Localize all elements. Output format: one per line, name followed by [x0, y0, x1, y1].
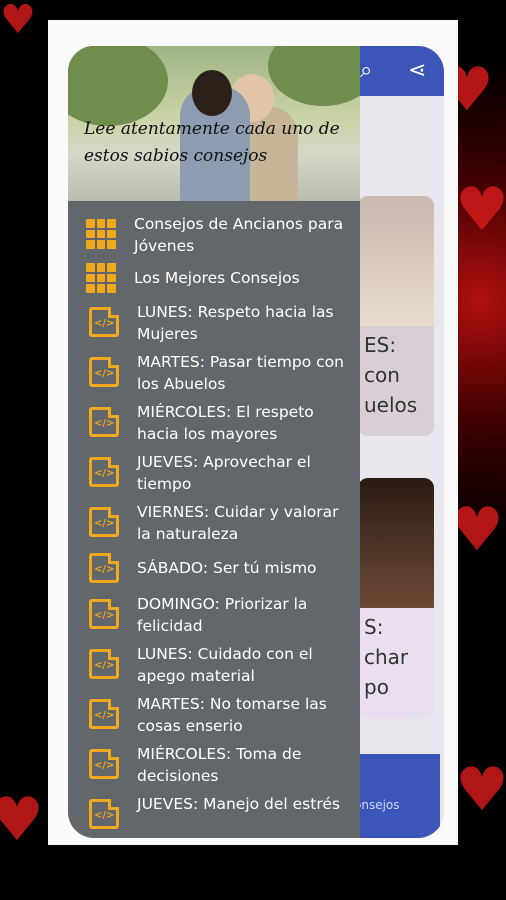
code-file-icon: </>: [89, 407, 119, 437]
menu-item[interactable]: </> SÁBADO: Ser tú mismo: [68, 547, 360, 589]
menu-item-label: MIÉRCOLES: Toma de decisiones: [137, 745, 302, 785]
menu-item[interactable]: </> VIERNES: Cuidar y valorar la natural…: [68, 497, 360, 547]
share-icon[interactable]: ⋖: [408, 58, 426, 83]
menu-item[interactable]: </> MIÉRCOLES: Toma de decisiones: [68, 739, 360, 789]
menu-item[interactable]: </> JUEVES: Aprovechar el tiempo: [68, 447, 360, 497]
menu-item[interactable]: </> MARTES: No tomarse las cosas enserio: [68, 689, 360, 739]
grid-icon: [86, 263, 116, 293]
code-file-icon: </>: [89, 649, 119, 679]
card-image: [358, 478, 434, 608]
content-card[interactable]: ES: con uelos: [358, 196, 434, 436]
card-title: ES: con uelos: [364, 333, 418, 417]
menu-item-label: Consejos de Ancianos para Jóvenes: [134, 215, 344, 255]
drawer-header-caption: Lee atentamente cada uno de estos sabios…: [84, 119, 340, 166]
navigation-drawer: Lee atentamente cada uno de estos sabios…: [68, 46, 360, 838]
menu-item-label: LUNES: Respeto hacia las Mujeres: [137, 303, 334, 343]
menu-item[interactable]: Consejos de Ancianos para Jóvenes: [68, 209, 360, 259]
code-file-icon: </>: [89, 749, 119, 779]
menu-item-label: MARTES: No tomarse las cosas enserio: [137, 695, 327, 735]
code-file-icon: </>: [89, 553, 119, 583]
consejos-button[interactable]: onsejos: [350, 782, 438, 828]
phone-screen: ⌕ ⋖ ES: con uelos S: char po onsejos Lee…: [68, 46, 444, 838]
app-screenshot: { "drawer": { "header_caption": "Lee ate…: [0, 0, 506, 900]
menu-item-label: JUEVES: Aprovechar el tiempo: [137, 453, 311, 493]
card-title: S: char po: [364, 615, 409, 699]
code-file-icon: </>: [89, 457, 119, 487]
system-navigation-bar: [0, 845, 506, 900]
content-card[interactable]: S: char po: [358, 478, 434, 718]
menu-item[interactable]: </> JUEVES: Manejo del estrés: [68, 789, 360, 838]
drawer-menu: Consejos de Ancianos para Jóvenes Los Me…: [68, 201, 360, 838]
menu-item[interactable]: </> LUNES: Cuidado con el apego material: [68, 639, 360, 689]
heart-decoration: ♥: [450, 495, 504, 565]
menu-item[interactable]: </> LUNES: Respeto hacia las Mujeres: [68, 297, 360, 347]
code-file-icon: </>: [89, 699, 119, 729]
card-image: [358, 196, 434, 326]
menu-item-label: JUEVES: Manejo del estrés: [137, 795, 340, 813]
code-file-icon: </>: [89, 599, 119, 629]
grid-icon: [86, 219, 116, 249]
menu-item-label: MIÉRCOLES: El respeto hacia los mayores: [137, 403, 314, 443]
heart-decoration: ♥: [0, 785, 44, 855]
menu-item-label: DOMINGO: Priorizar la felicidad: [137, 595, 308, 635]
menu-item[interactable]: </> DOMINGO: Priorizar la felicidad: [68, 589, 360, 639]
menu-item[interactable]: </> MARTES: Pasar tiempo con los Abuelos: [68, 347, 360, 397]
code-file-icon: </>: [89, 307, 119, 337]
menu-item-label: Los Mejores Consejos: [134, 269, 300, 287]
search-icon[interactable]: ⌕: [360, 58, 372, 83]
drawer-header-image: Lee atentamente cada uno de estos sabios…: [68, 46, 360, 201]
menu-item-label: LUNES: Cuidado con el apego material: [137, 645, 313, 685]
heart-decoration: ♥: [455, 755, 506, 825]
menu-item-label: MARTES: Pasar tiempo con los Abuelos: [137, 353, 344, 393]
menu-item-label: SÁBADO: Ser tú mismo: [137, 559, 317, 577]
menu-item[interactable]: Los Mejores Consejos: [68, 259, 360, 297]
code-file-icon: </>: [89, 507, 119, 537]
heart-decoration: ♥: [0, 0, 36, 43]
menu-item[interactable]: </> MIÉRCOLES: El respeto hacia los mayo…: [68, 397, 360, 447]
code-file-icon: </>: [89, 799, 119, 829]
heart-decoration: ♥: [455, 175, 506, 245]
menu-item-label: VIERNES: Cuidar y valorar la naturaleza: [137, 503, 339, 543]
code-file-icon: </>: [89, 357, 119, 387]
